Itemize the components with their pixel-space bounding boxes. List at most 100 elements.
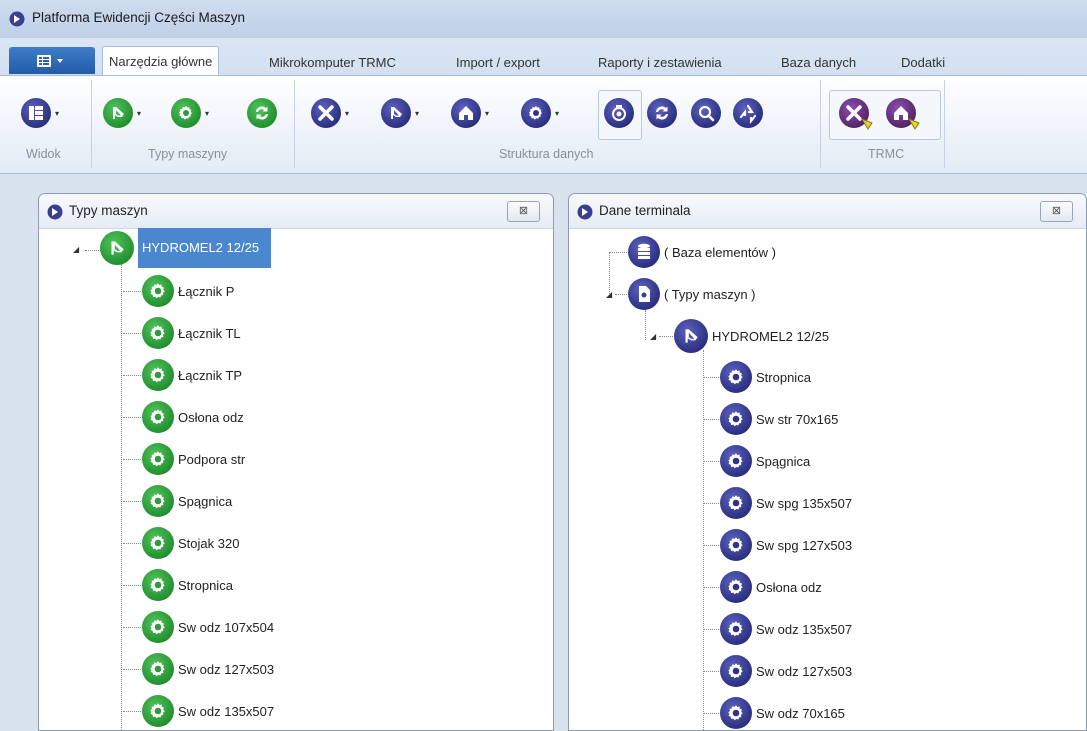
terminal-data-icon bbox=[577, 204, 593, 220]
gear-icon bbox=[521, 98, 551, 128]
machine-part-button[interactable]: ▾ bbox=[170, 97, 209, 129]
home-button[interactable]: ▾ bbox=[450, 97, 489, 129]
tab-mikrokomputer-trmc[interactable]: Mikrokomputer TRMC bbox=[264, 52, 401, 74]
tree-child-node[interactable]: Spągnica bbox=[141, 483, 232, 519]
tree-node-label: Sw odz 135x507 bbox=[178, 703, 275, 719]
tree-line bbox=[123, 459, 141, 460]
machine-types-node[interactable]: ( Typy maszyn ) bbox=[627, 276, 756, 312]
recycle-icon bbox=[733, 98, 763, 128]
tree-child-node[interactable]: Osłona odz bbox=[719, 569, 822, 605]
tree-child-node[interactable]: Łącznik P bbox=[141, 273, 234, 309]
collapse-arrow-icon[interactable]: ◢ bbox=[606, 290, 612, 299]
target-button[interactable] bbox=[603, 97, 635, 129]
tree-child-node[interactable]: Osłona odz bbox=[141, 399, 244, 435]
document-icon bbox=[628, 278, 660, 310]
tree-child-node[interactable]: Sw spg 127x503 bbox=[719, 527, 852, 563]
group-label-widok: Widok bbox=[26, 147, 61, 161]
widok-button[interactable]: ▾ bbox=[20, 97, 59, 129]
tree-child-node[interactable]: Stropnica bbox=[719, 359, 811, 395]
tree-root-node[interactable]: HYDROMEL2 12/25 bbox=[99, 228, 272, 268]
tree-line bbox=[609, 252, 610, 294]
tab-import-export[interactable]: Import / export bbox=[451, 52, 545, 74]
tree-child-node[interactable]: Sw str 70x165 bbox=[719, 401, 838, 437]
tree-node-label: HYDROMEL2 12/25 bbox=[138, 228, 272, 268]
tab-narzedzia-glowne[interactable]: Narzędzia główne bbox=[102, 46, 220, 77]
collapse-arrow-icon[interactable]: ◢ bbox=[73, 245, 79, 254]
tree-line bbox=[121, 264, 122, 730]
gear-icon bbox=[720, 697, 752, 729]
tools-button[interactable]: ▾ bbox=[310, 97, 349, 129]
gear-icon bbox=[142, 443, 174, 475]
tree-child-node[interactable]: Stojak 320 bbox=[141, 525, 239, 561]
menu-icon bbox=[37, 54, 63, 67]
refresh-types-button[interactable] bbox=[246, 97, 278, 129]
close-button[interactable]: ⊠ bbox=[507, 201, 540, 222]
tree-child-node[interactable]: Spągnica bbox=[719, 443, 810, 479]
structure-type-button[interactable]: ▾ bbox=[380, 97, 419, 129]
tree-child-node[interactable]: Sw odz 127x503 bbox=[719, 653, 852, 689]
tree-child-node[interactable]: Sw spg 135x507 bbox=[719, 485, 852, 521]
machine-type-icon bbox=[100, 231, 134, 265]
tree-node-label: Spągnica bbox=[178, 493, 233, 509]
trmc-tools-icon bbox=[839, 98, 873, 130]
collapse-arrow-icon[interactable]: ◢ bbox=[650, 332, 656, 341]
tree-line bbox=[704, 419, 719, 420]
search-button[interactable] bbox=[690, 97, 722, 129]
tree-node-label: Stojak 320 bbox=[178, 535, 240, 551]
gear-icon bbox=[720, 361, 752, 393]
tree-child-node[interactable]: Łącznik TP bbox=[141, 357, 242, 393]
tab-raporty[interactable]: Raporty i zestawienia bbox=[593, 52, 727, 74]
tab-baza-danych[interactable]: Baza danych bbox=[776, 52, 861, 74]
gear-icon bbox=[142, 275, 174, 307]
dropdown-arrow-icon: ▾ bbox=[205, 108, 210, 118]
tree-line bbox=[704, 713, 719, 714]
trmc-home-button[interactable] bbox=[885, 97, 923, 131]
database-icon bbox=[628, 236, 660, 268]
tree-node-label: ( Typy maszyn ) bbox=[664, 286, 756, 302]
db-node[interactable]: ( Baza elementów ) bbox=[627, 234, 776, 270]
gear-icon bbox=[720, 655, 752, 687]
window-title: Platforma Ewidencji Części Maszyn bbox=[32, 10, 246, 25]
tree-node-label: Osłona odz bbox=[178, 409, 244, 425]
trmc-tools-button[interactable] bbox=[838, 97, 876, 131]
close-button[interactable]: ⊠ bbox=[1040, 201, 1073, 222]
refresh-icon bbox=[647, 98, 677, 128]
tree-child-node[interactable]: Sw odz 107x504 bbox=[141, 609, 274, 645]
tree-line bbox=[123, 501, 141, 502]
gear-icon bbox=[142, 611, 174, 643]
tree-line bbox=[123, 291, 141, 292]
tree-child-node[interactable]: Łącznik TL bbox=[141, 315, 241, 351]
group-divider bbox=[820, 80, 821, 168]
tree-child-node[interactable]: Sw odz 135x507 bbox=[719, 611, 852, 647]
gear-icon bbox=[720, 529, 752, 561]
recycle-button[interactable] bbox=[732, 97, 764, 129]
gear-icon bbox=[171, 98, 201, 128]
tree-line bbox=[123, 627, 141, 628]
group-label-trmc: TRMC bbox=[868, 147, 905, 161]
group-divider bbox=[944, 80, 945, 168]
tree-child-node[interactable]: Sw odz 127x503 bbox=[141, 651, 274, 687]
tree-child-node[interactable]: Sw odz 135x507 bbox=[141, 693, 274, 729]
structure-part-button[interactable]: ▾ bbox=[520, 97, 559, 129]
app-menu-button[interactable] bbox=[9, 47, 95, 74]
tree-child-node[interactable]: Podpora str bbox=[141, 441, 245, 477]
tree-node-label: Spągnica bbox=[756, 453, 811, 469]
tree-line bbox=[645, 310, 646, 340]
tree-child-node[interactable]: Stropnica bbox=[141, 567, 233, 603]
left-panel-header: Typy maszyn ⊠ bbox=[39, 194, 553, 229]
machine-type-button[interactable]: ▾ bbox=[102, 97, 141, 129]
gear-icon bbox=[720, 613, 752, 645]
tree-child-node[interactable]: Sw odz 70x165 bbox=[719, 695, 845, 730]
tree-line bbox=[123, 375, 141, 376]
tree-line bbox=[609, 252, 629, 253]
dropdown-arrow-icon: ▾ bbox=[137, 108, 142, 118]
right-panel-header: Dane terminala ⊠ bbox=[569, 194, 1086, 229]
dropdown-arrow-icon: ▾ bbox=[555, 108, 560, 118]
tree-node-label: Sw spg 135x507 bbox=[756, 495, 853, 511]
tab-dodatki[interactable]: Dodatki bbox=[896, 52, 950, 74]
dropdown-arrow-icon: ▾ bbox=[415, 108, 420, 118]
sync-button[interactable] bbox=[646, 97, 678, 129]
dropdown-arrow-icon: ▾ bbox=[485, 108, 490, 118]
tree-root-node[interactable]: HYDROMEL2 12/25 bbox=[673, 318, 829, 354]
app-logo-icon bbox=[9, 11, 25, 27]
